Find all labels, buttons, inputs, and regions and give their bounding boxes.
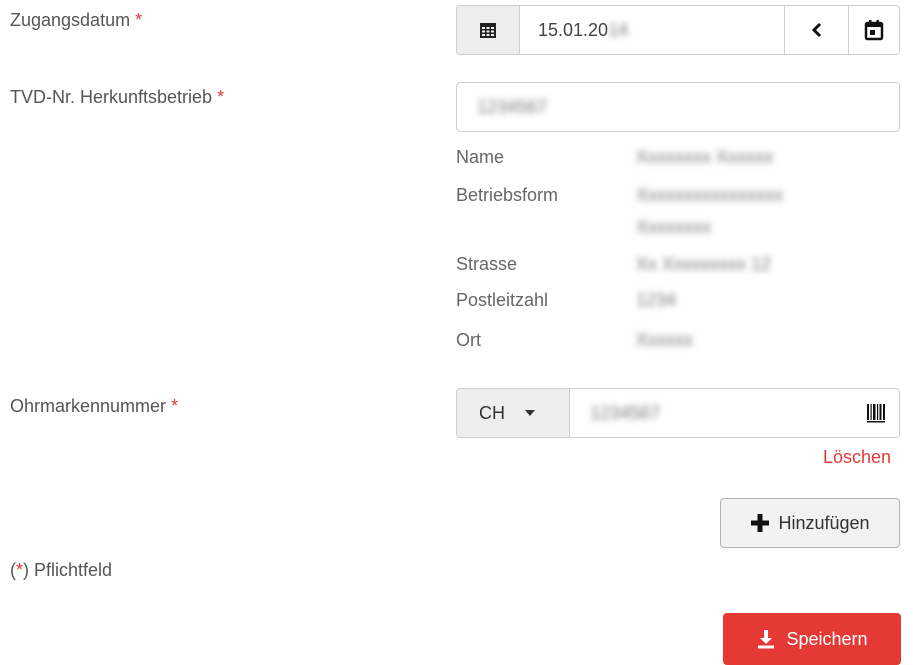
info-betriebsform-value-1: Xxxxxxxxxxxxxxxx [636,185,784,205]
save-button-label: Speichern [786,628,868,649]
tvd-label-text: TVD-Nr. Herkunftsbetrieb [10,87,213,107]
previous-day-button[interactable] [784,6,848,54]
calendar-addon[interactable] [457,6,520,54]
required-mark: * [135,10,143,30]
tvd-label: TVD-Nr. Herkunftsbetrieb * [10,87,224,108]
ohrmarke-input[interactable]: 1234567 [570,389,853,437]
pflicht-text: ) Pflichtfeld [23,560,113,580]
info-betriebsform-value-2: Xxxxxxxx [636,217,712,237]
add-button[interactable]: Hinzufügen [720,498,900,548]
zugangsdatum-label-text: Zugangsdatum [10,10,131,30]
caret-down-icon [525,410,535,416]
info-name-value: Xxxxxxxx Xxxxxx [636,147,774,167]
ohrmarke-value: 1234567 [590,402,661,423]
barcode-icon [867,404,885,423]
info-plz-label: Postleitzahl [456,290,549,310]
delete-link[interactable]: Löschen [823,447,891,468]
open-calendar-button[interactable] [848,6,899,54]
ohrmarke-input-group: CH 1234567 [456,388,900,438]
barcode-scan-button[interactable] [853,389,899,437]
tvd-input[interactable]: 1234567 [456,82,900,132]
country-select[interactable]: CH [457,389,570,437]
info-strasse-label: Strasse [456,254,518,274]
plus-icon [751,514,770,532]
zugangsdatum-value-blurred: 14 [608,19,629,40]
required-mark: * [171,396,179,416]
chevron-left-icon [811,22,821,38]
calendar-event-icon [864,20,884,41]
pflichtfeld-note: (*) Pflichtfeld [10,560,112,581]
save-button[interactable]: Speichern [723,613,901,665]
tvd-value: 1234567 [477,96,548,117]
zugangsdatum-label: Zugangsdatum * [10,10,142,31]
ohrmarke-label-text: Ohrmarkennummer [10,396,167,416]
info-plz-value: 1234 [636,290,677,310]
zugangsdatum-value: 15.01.20 [538,19,609,40]
info-name-label: Name [456,147,505,167]
info-ort-label: Ort [456,330,481,350]
pflicht-mark: * [16,560,24,580]
info-betriebsform-label: Betriebsform [456,185,559,205]
calendar-icon [480,23,496,38]
ohrmarke-label: Ohrmarkennummer * [10,396,178,417]
zugangsdatum-input-group: 15.01.20 14 [456,5,900,55]
country-value: CH [479,402,505,423]
required-mark: * [217,87,225,107]
info-strasse-value: Xx Xxxxxxxxx 12 [636,254,772,274]
add-button-label: Hinzufügen [778,512,870,533]
info-ort-value: Xxxxxx [636,330,694,350]
zugangsdatum-input[interactable]: 15.01.20 14 [520,6,784,54]
download-icon [758,630,775,649]
